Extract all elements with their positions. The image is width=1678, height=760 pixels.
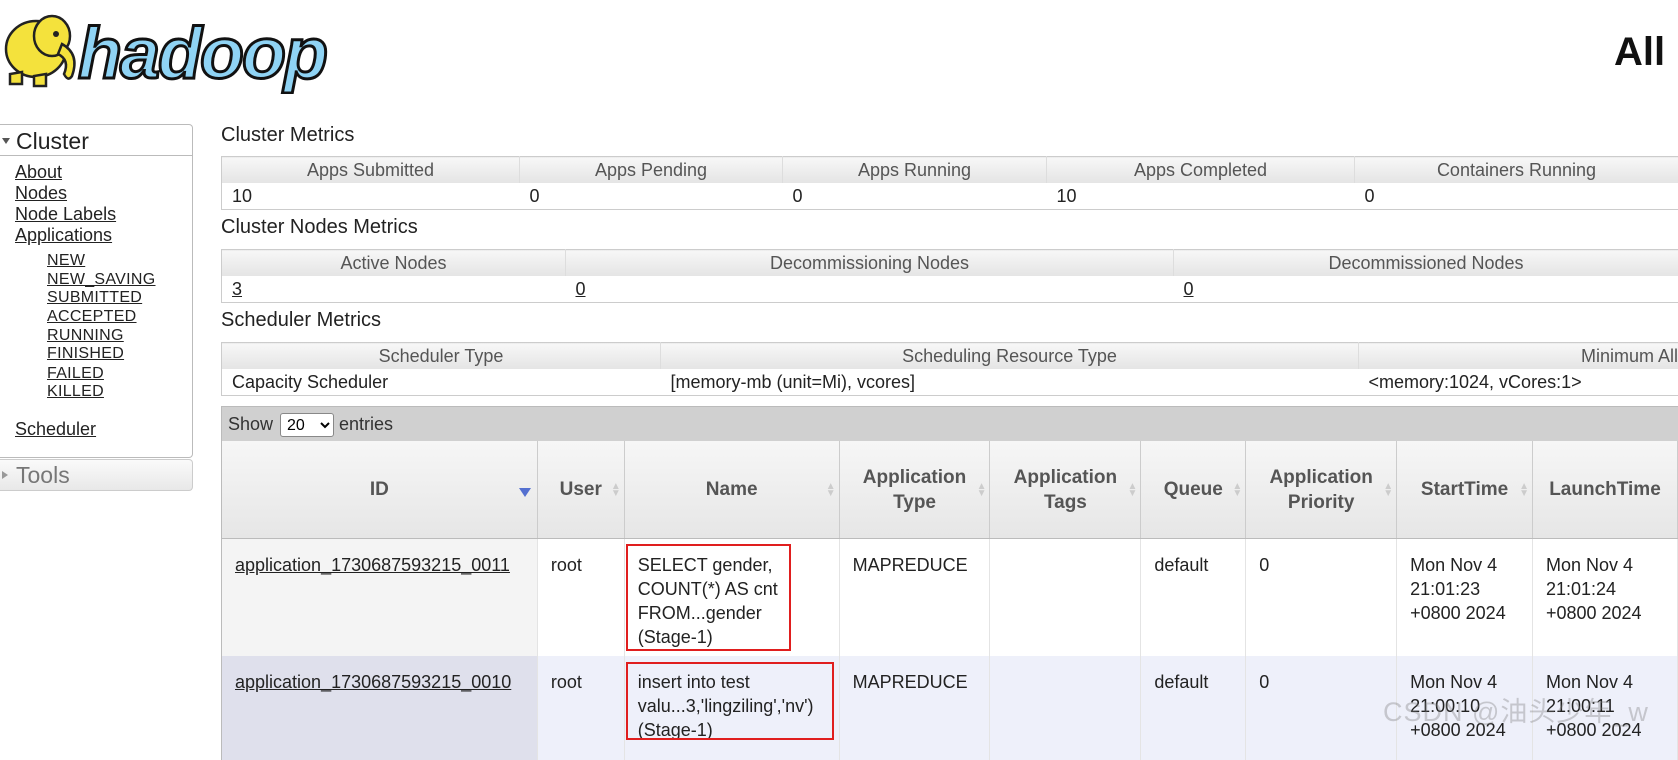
cell-name: SELECT gender, COUNT(*) AS cnt FROM...ge… (624, 539, 839, 657)
nav-state-new[interactable]: NEW (47, 252, 85, 270)
table-length-bar: Show 102050100 entries (221, 406, 1678, 442)
nav-state-failed[interactable]: FAILED (47, 365, 104, 383)
column-header-launchtime[interactable]: LaunchTime (1532, 441, 1677, 539)
cell-name: insert into test valu...3,'lingziling','… (624, 656, 839, 760)
decommissioned-nodes-link[interactable]: 0 (1184, 279, 1194, 299)
header-decommissioning-nodes: Decommissioning Nodes (566, 250, 1174, 277)
sort-icon: ▲▼ (1383, 483, 1393, 497)
header-apps-completed: Apps Completed (1047, 157, 1355, 184)
nav-link-scheduler[interactable]: Scheduler (15, 419, 96, 440)
nav-state-new-saving[interactable]: NEW_SAVING (47, 271, 156, 289)
cell-priority: 0 (1246, 656, 1397, 760)
cell-user: root (537, 656, 624, 760)
value-minimum-allocation: <memory:1024, vCores:1> (1359, 369, 1678, 396)
header-containers-running: Containers Running (1355, 157, 1678, 184)
logo-text: hadoop (78, 14, 326, 94)
nav-link-nodes[interactable]: Nodes (15, 183, 67, 204)
column-header-id[interactable]: ID (222, 441, 538, 539)
header-scheduling-resource-type: Scheduling Resource Type (661, 343, 1359, 370)
nodes-metrics-title: Cluster Nodes Metrics (221, 216, 418, 239)
nav-link-about[interactable]: About (15, 162, 62, 183)
cell-application-tags (990, 539, 1141, 657)
header-minimum-allocation: Minimum All (1359, 343, 1678, 370)
column-header-queue[interactable]: Queue▲▼ (1141, 441, 1246, 539)
column-header-application-tags[interactable]: Application Tags▲▼ (990, 441, 1141, 539)
value-apps-running: 0 (783, 183, 1047, 210)
nav-state-submitted[interactable]: SUBMITTED (47, 289, 142, 307)
application-id-link[interactable]: application_1730687593215_0010 (235, 672, 511, 692)
value-apps-completed: 10 (1047, 183, 1355, 210)
column-header-name[interactable]: Name▲▼ (624, 441, 839, 539)
cell-launchtime: Mon Nov 4 21:01:24 +0800 2024 (1532, 539, 1677, 657)
value-scheduler-type: Capacity Scheduler (222, 369, 661, 396)
active-nodes-link[interactable]: 3 (232, 279, 242, 299)
cell-application-tags (990, 656, 1141, 760)
value-scheduling-resource-type: [memory-mb (unit=Mi), vcores] (661, 369, 1359, 396)
scheduler-metrics-title: Scheduler Metrics (221, 309, 381, 332)
hadoop-logo: hadoop (0, 4, 360, 94)
column-header-user[interactable]: User▲▼ (537, 441, 624, 539)
entries-label: entries (339, 414, 393, 435)
cell-user: root (537, 539, 624, 657)
application-id-link[interactable]: application_1730687593215_0011 (235, 555, 510, 575)
value-apps-submitted: 10 (222, 183, 520, 210)
header-decommissioned-nodes: Decommissioned Nodes (1174, 250, 1678, 277)
decommissioning-nodes-link[interactable]: 0 (576, 279, 586, 299)
page-title: All (1614, 30, 1665, 75)
sort-icon: ▲▼ (826, 483, 836, 497)
column-header-application-priority[interactable]: Application Priority▲▼ (1246, 441, 1397, 539)
table-row: application_1730687593215_0011 root SELE… (222, 539, 1678, 657)
cluster-metrics-title: Cluster Metrics (221, 124, 354, 147)
tools-section-header[interactable]: Tools (0, 459, 193, 491)
cell-queue: default (1141, 539, 1246, 657)
scheduler-metrics-table: Scheduler Type Scheduling Resource Type … (221, 342, 1678, 396)
header-apps-pending: Apps Pending (520, 157, 783, 184)
cell-application-type: MAPREDUCE (839, 656, 990, 760)
nav-state-accepted[interactable]: ACCEPTED (47, 308, 137, 326)
header-apps-running: Apps Running (783, 157, 1047, 184)
header-scheduler-type: Scheduler Type (222, 343, 661, 370)
nav-state-running[interactable]: RUNNING (47, 327, 124, 345)
tools-section-label: Tools (16, 462, 70, 489)
cluster-section-label: Cluster (16, 128, 89, 154)
elephant-icon (6, 16, 74, 86)
header-apps-submitted: Apps Submitted (222, 157, 520, 184)
cluster-nav-panel: Cluster About Nodes Node Labels Applicat… (0, 124, 193, 458)
nav-state-killed[interactable]: KILLED (47, 383, 104, 401)
header-active-nodes: Active Nodes (222, 250, 566, 277)
column-header-starttime[interactable]: StartTime▲▼ (1397, 441, 1533, 539)
collapse-triangle-icon (2, 138, 10, 144)
column-header-application-type[interactable]: Application Type▲▼ (839, 441, 990, 539)
sort-icon: ▲▼ (1519, 483, 1529, 497)
cluster-section-header[interactable]: Cluster (0, 125, 192, 156)
sort-icon: ▲▼ (1127, 483, 1137, 497)
sort-icon: ▲▼ (977, 483, 987, 497)
value-containers-running: 0 (1355, 183, 1678, 210)
cell-starttime: Mon Nov 4 21:01:23 +0800 2024 (1397, 539, 1533, 657)
nav-link-node-labels[interactable]: Node Labels (15, 204, 116, 225)
cell-priority: 0 (1246, 539, 1397, 657)
nav-state-finished[interactable]: FINISHED (47, 345, 124, 363)
show-label: Show (228, 414, 273, 435)
cell-queue: default (1141, 656, 1246, 760)
watermark: CSDN @油头少年_w (1383, 690, 1649, 729)
cell-application-type: MAPREDUCE (839, 539, 990, 657)
expand-triangle-icon (2, 471, 8, 479)
page-size-select[interactable]: 102050100 (280, 413, 334, 437)
nodes-metrics-table: Active Nodes Decommissioning Nodes Decom… (221, 249, 1678, 303)
value-apps-pending: 0 (520, 183, 783, 210)
sort-icon: ▲▼ (1232, 483, 1242, 497)
nav-link-applications[interactable]: Applications (15, 225, 112, 246)
sort-desc-icon (519, 488, 531, 497)
sort-icon: ▲▼ (611, 483, 621, 497)
cluster-metrics-table: Apps Submitted Apps Pending Apps Running… (221, 156, 1678, 210)
